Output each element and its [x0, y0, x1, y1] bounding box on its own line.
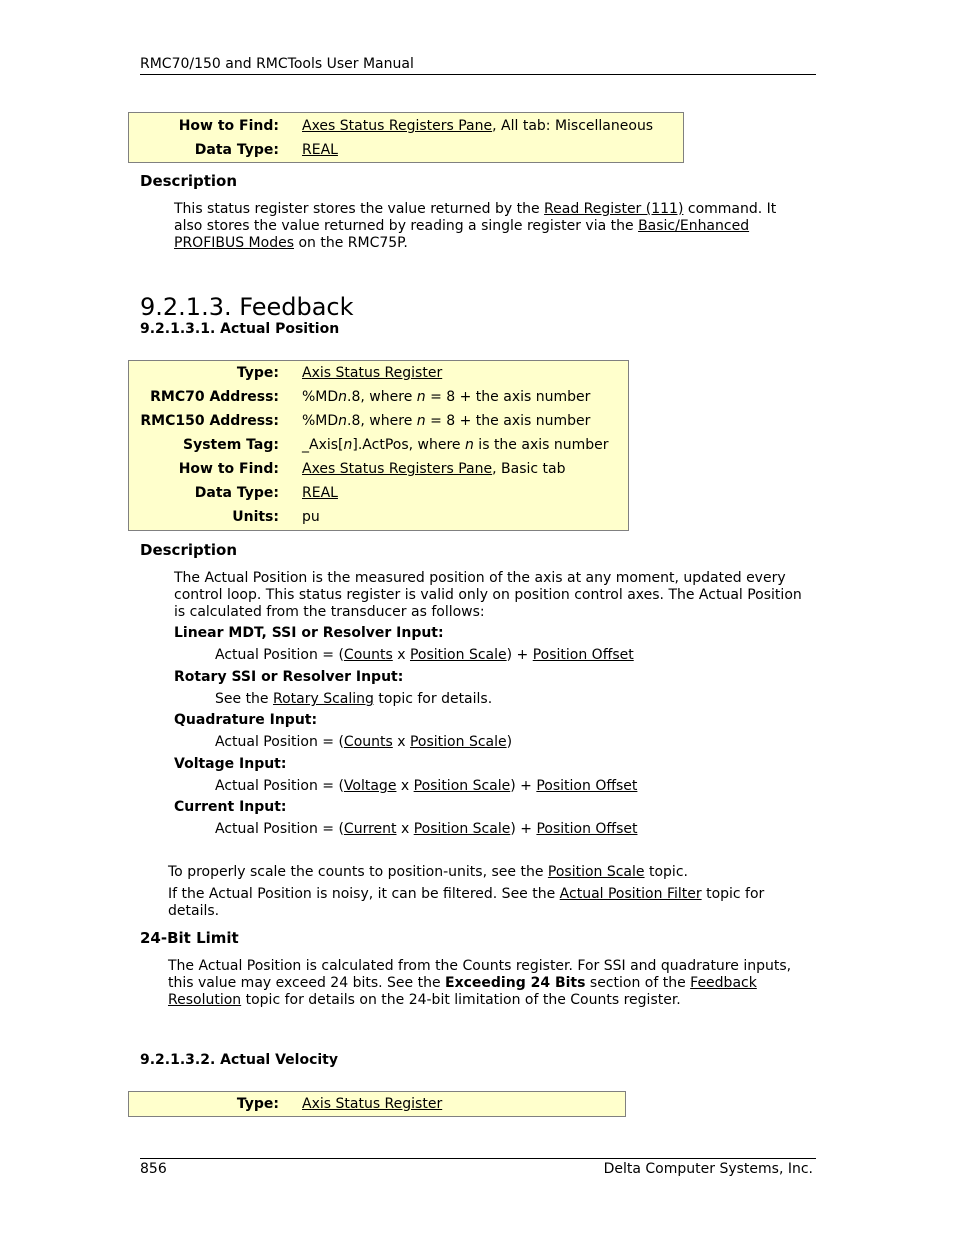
current-input-label: Current Input:: [174, 799, 287, 815]
how-to-find-value: Axes Status Registers Pane, Basic tab: [302, 461, 566, 477]
units-label: Units:: [232, 509, 279, 525]
voltage-link[interactable]: Voltage: [344, 778, 397, 794]
manual-title: RMC70/150 and RMCTools User Manual: [140, 56, 414, 72]
quadrature-formula: Actual Position = (Counts x Position Sca…: [215, 734, 513, 750]
real-link[interactable]: REAL: [302, 142, 338, 158]
description-paragraph: This status register stores the value re…: [174, 201, 799, 252]
table-row: How to Find: Axes Status Registers Pane,…: [129, 114, 683, 138]
type-value: Axis Status Register: [302, 1096, 442, 1112]
description-heading: Description: [140, 172, 238, 190]
position-scale-link[interactable]: Position Scale: [410, 647, 507, 663]
data-type-label: Data Type:: [194, 485, 279, 501]
actual-position-table: Type: Axis Status Register RMC70 Address…: [128, 360, 629, 531]
page-number: 856: [140, 1161, 167, 1177]
voltage-input-label: Voltage Input:: [174, 756, 287, 772]
rmc150-address-value: %MDn.8, where n = 8 + the axis number: [302, 413, 591, 429]
rotary-input-label: Rotary SSI or Resolver Input:: [174, 669, 404, 685]
type-label: Type:: [236, 1096, 279, 1112]
system-tag-value: _Axis[n].ActPos, where n is the axis num…: [302, 437, 609, 453]
rmc70-address-value: %MDn.8, where n = 8 + the axis number: [302, 389, 591, 405]
company-name: Delta Computer Systems, Inc.: [603, 1161, 813, 1177]
text: on the RMC75P.: [294, 235, 408, 251]
description-intro: The Actual Position is the measured posi…: [174, 570, 802, 620]
position-scale-link[interactable]: Position Scale: [414, 821, 511, 837]
table-row: System Tag: _Axis[n].ActPos, where n is …: [129, 433, 628, 457]
quadrature-input-label: Quadrature Input:: [174, 712, 318, 728]
bit-limit-paragraph: The Actual Position is calculated from t…: [168, 958, 792, 1008]
table-row: How to Find: Axes Status Registers Pane,…: [129, 457, 628, 481]
linear-input-label: Linear MDT, SSI or Resolver Input:: [174, 625, 444, 641]
axes-status-registers-pane-link[interactable]: Axes Status Registers Pane: [302, 461, 492, 477]
actual-position-filter-link[interactable]: Actual Position Filter: [560, 886, 702, 902]
table-row: Type: Axis Status Register: [129, 361, 628, 385]
how-to-find-label: How to Find:: [178, 461, 279, 477]
position-scale-link[interactable]: Position Scale: [410, 734, 507, 750]
position-scale-topic-link[interactable]: Position Scale: [548, 864, 645, 880]
units-value: pu: [302, 509, 320, 525]
read-register-link[interactable]: Read Register (111): [544, 201, 683, 217]
rmc70-address-label: RMC70 Address:: [150, 389, 279, 405]
table-row: RMC70 Address: %MDn.8, where n = 8 + the…: [129, 385, 628, 409]
system-tag-label: System Tag:: [182, 437, 279, 453]
how-to-find-rest: , All tab: Miscellaneous: [492, 118, 654, 134]
counts-link[interactable]: Counts: [344, 647, 393, 663]
axes-status-registers-pane-link[interactable]: Axes Status Registers Pane: [302, 118, 492, 134]
exceeding-24-bits-text: Exceeding 24 Bits: [445, 975, 586, 991]
position-offset-link[interactable]: Position Offset: [536, 821, 637, 837]
footer-divider: [140, 1158, 816, 1159]
how-to-find-label: How to Find:: [178, 118, 279, 134]
bit-limit-heading: 24-Bit Limit: [140, 929, 239, 947]
current-link[interactable]: Current: [344, 821, 397, 837]
real-link[interactable]: REAL: [302, 485, 338, 501]
data-type-label: Data Type:: [194, 142, 279, 158]
table-row: RMC150 Address: %MDn.8, where n = 8 + th…: [129, 409, 628, 433]
actual-velocity-table: Type: Axis Status Register: [128, 1091, 626, 1117]
data-type-value: REAL: [302, 485, 338, 501]
position-scale-link[interactable]: Position Scale: [414, 778, 511, 794]
how-to-find-value: Axes Status Registers Pane, All tab: Mis…: [302, 118, 653, 134]
rotary-scaling-link[interactable]: Rotary Scaling: [273, 691, 374, 707]
description-heading: Description: [140, 541, 238, 559]
rmc150-address-label: RMC150 Address:: [140, 413, 279, 429]
voltage-formula: Actual Position = (Voltage x Position Sc…: [215, 778, 638, 794]
counts-link[interactable]: Counts: [344, 734, 393, 750]
text: This status register stores the value re…: [174, 201, 545, 217]
section-title: 9.2.1.3. Feedback: [140, 293, 354, 321]
axis-status-register-link[interactable]: Axis Status Register: [302, 365, 442, 381]
table-row: Type: Axis Status Register: [129, 1092, 625, 1116]
rotary-note: See the Rotary Scaling topic for details…: [215, 691, 493, 707]
data-type-value: REAL: [302, 142, 338, 158]
table-row: Data Type: REAL: [129, 138, 683, 162]
type-value: Axis Status Register: [302, 365, 442, 381]
linear-formula: Actual Position = (Counts x Position Sca…: [215, 647, 634, 663]
actual-position-title: 9.2.1.3.1. Actual Position: [140, 321, 340, 337]
position-offset-link[interactable]: Position Offset: [533, 647, 634, 663]
type-label: Type:: [236, 365, 279, 381]
position-offset-link[interactable]: Position Offset: [536, 778, 637, 794]
current-formula: Actual Position = (Current x Position Sc…: [215, 821, 638, 837]
axis-status-register-link[interactable]: Axis Status Register: [302, 1096, 442, 1112]
table-row: Data Type: REAL: [129, 481, 628, 505]
filter-note: If the Actual Position is noisy, it can …: [168, 886, 765, 919]
scale-note: To properly scale the counts to position…: [168, 864, 688, 880]
top-properties-table: How to Find: Axes Status Registers Pane,…: [128, 112, 684, 163]
header-divider: [140, 74, 816, 75]
actual-velocity-title: 9.2.1.3.2. Actual Velocity: [140, 1052, 338, 1068]
table-row: Units: pu: [129, 505, 628, 529]
